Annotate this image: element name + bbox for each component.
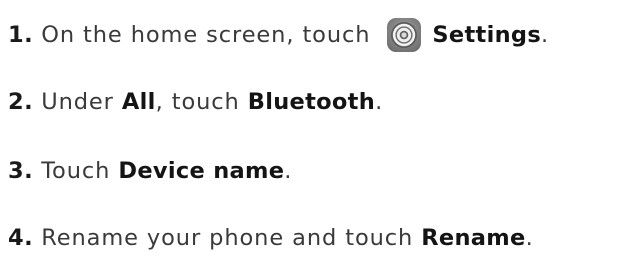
step-number: 4. — [8, 225, 34, 251]
step-text: Under — [41, 89, 122, 115]
step-4: 4. Rename your phone and touch Rename . — [8, 218, 534, 258]
step-punctuation: . — [541, 22, 550, 48]
bluetooth-target-label: Bluetooth — [247, 89, 376, 115]
step-text: On the home screen, touch — [41, 22, 371, 48]
step-3: 3. Touch Device name . — [8, 151, 292, 191]
step-number: 2. — [8, 89, 34, 115]
device-name-target-label: Device name — [118, 158, 285, 184]
step-text: , touch — [155, 89, 248, 115]
step-text: Rename your phone and touch — [41, 225, 422, 251]
step-punctuation: . — [525, 225, 534, 251]
step-punctuation: . — [284, 158, 293, 184]
settings-target-label: Settings — [432, 22, 542, 48]
step-punctuation: . — [375, 89, 384, 115]
all-category-label: All — [121, 89, 156, 115]
step-1: 1. On the home screen, touch Settings . — [8, 15, 549, 55]
rename-target-label: Rename — [421, 225, 526, 251]
step-text: Touch — [41, 158, 119, 184]
step-number: 3. — [8, 158, 34, 184]
step-2: 2. Under All , touch Bluetooth . — [8, 82, 383, 122]
settings-gear-icon — [386, 17, 422, 53]
step-number: 1. — [8, 22, 34, 48]
